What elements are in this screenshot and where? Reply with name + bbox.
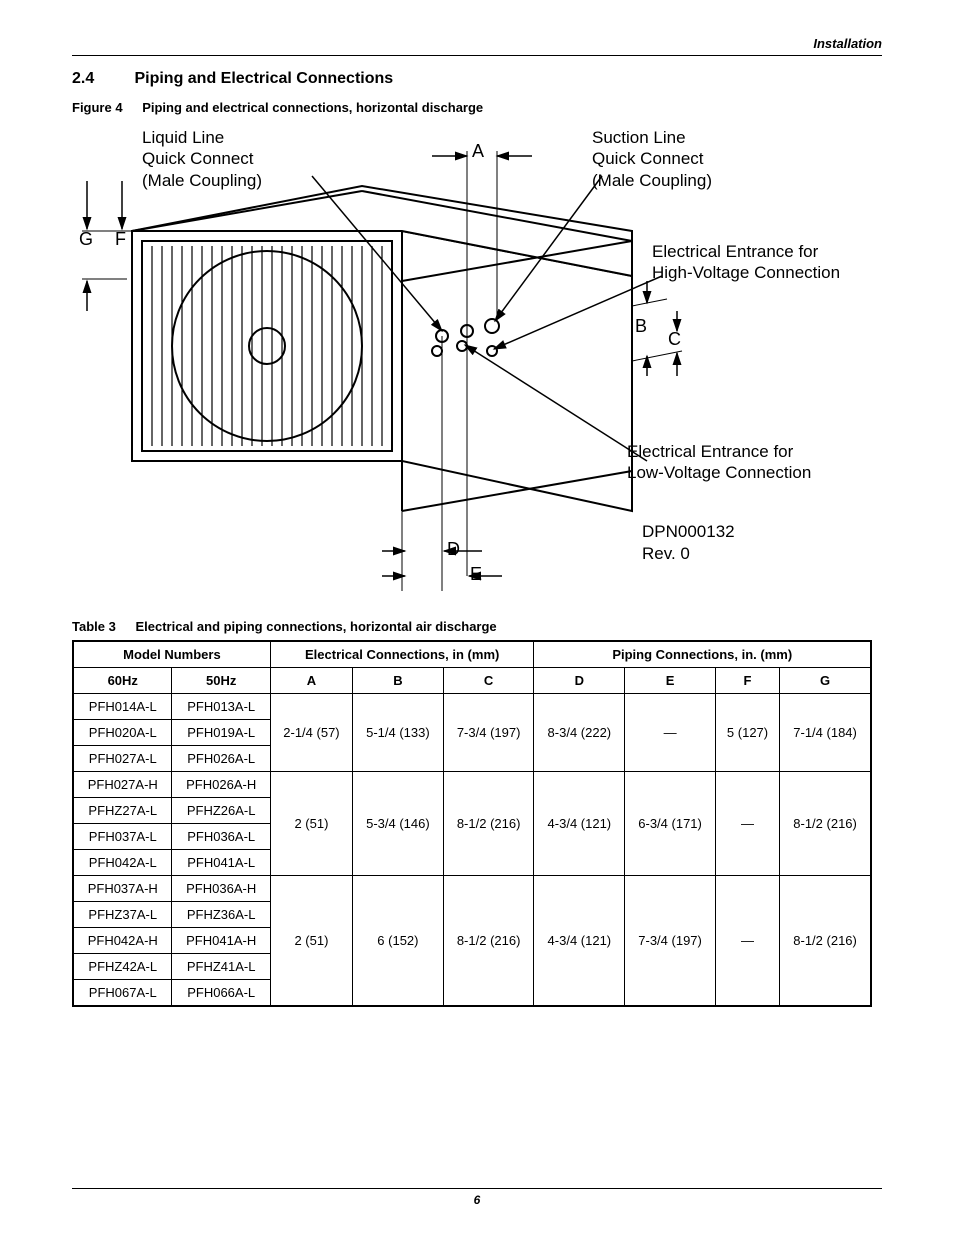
th-model-numbers: Model Numbers <box>73 641 270 668</box>
cell-60hz: PFHZ27A-L <box>73 798 172 824</box>
dim-B: B <box>635 316 647 337</box>
cell-60hz: PFH042A-H <box>73 928 172 954</box>
cell-60hz: PFHZ42A-L <box>73 954 172 980</box>
th-C: C <box>443 668 534 694</box>
cell-G: 8-1/2 (216) <box>780 772 871 876</box>
diagram-svg <box>72 121 882 601</box>
th-G: G <box>780 668 871 694</box>
th-E: E <box>625 668 716 694</box>
cell-E: 6-3/4 (171) <box>625 772 716 876</box>
label-elec-low: Electrical Entrance for Low-Voltage Conn… <box>627 441 811 484</box>
cell-60hz: PFH014A-L <box>73 694 172 720</box>
cell-50hz: PFH041A-L <box>172 850 270 876</box>
th-A: A <box>270 668 352 694</box>
cell-F: 5 (127) <box>715 694 779 772</box>
label-suction-line: Suction Line Quick Connect (Male Couplin… <box>592 127 712 191</box>
th-60hz: 60Hz <box>73 668 172 694</box>
cell-C: 7-3/4 (197) <box>443 694 534 772</box>
cell-D: 8-3/4 (222) <box>534 694 625 772</box>
cell-60hz: PFH037A-H <box>73 876 172 902</box>
footer: 6 <box>72 1188 882 1207</box>
cell-D: 4-3/4 (121) <box>534 772 625 876</box>
figure-title: Piping and electrical connections, horiz… <box>142 100 483 115</box>
cell-60hz: PFH037A-L <box>73 824 172 850</box>
figure-label: Figure 4 <box>72 100 123 115</box>
table-body: PFH014A-LPFH013A-L2-1/4 (57)5-1/4 (133)7… <box>73 694 871 1007</box>
dim-E: E <box>470 564 482 585</box>
dim-F: F <box>115 229 126 250</box>
cell-50hz: PFH013A-L <box>172 694 270 720</box>
cell-C: 8-1/2 (216) <box>443 876 534 1007</box>
figure-diagram: Liquid Line Quick Connect (Male Coupling… <box>72 121 882 601</box>
cell-50hz: PFH019A-L <box>172 720 270 746</box>
th-50hz: 50Hz <box>172 668 270 694</box>
th-D: D <box>534 668 625 694</box>
table-title: Electrical and piping connections, horiz… <box>135 619 496 634</box>
cell-50hz: PFH026A-H <box>172 772 270 798</box>
table-label: Table 3 <box>72 619 116 634</box>
cell-B: 5-3/4 (146) <box>353 772 444 876</box>
cell-50hz: PFH041A-H <box>172 928 270 954</box>
cell-E: — <box>625 694 716 772</box>
cell-A: 2 (51) <box>270 772 352 876</box>
section-heading: 2.4 Piping and Electrical Connections <box>72 70 882 88</box>
table-row: PFH037A-HPFH036A-H2 (51)6 (152)8-1/2 (21… <box>73 876 871 902</box>
cell-60hz: PFH067A-L <box>73 980 172 1007</box>
footer-rule <box>72 1188 882 1189</box>
th-elec-conn: Electrical Connections, in (mm) <box>270 641 534 668</box>
cell-60hz: PFH042A-L <box>73 850 172 876</box>
th-F: F <box>715 668 779 694</box>
page-number: 6 <box>72 1193 882 1207</box>
table-caption: Table 3 Electrical and piping connection… <box>72 619 882 634</box>
cell-A: 2-1/4 (57) <box>270 694 352 772</box>
th-pipe-conn: Piping Connections, in. (mm) <box>534 641 871 668</box>
label-elec-high: Electrical Entrance for High-Voltage Con… <box>652 241 840 284</box>
cell-50hz: PFH036A-H <box>172 876 270 902</box>
cell-50hz: PFHZ26A-L <box>172 798 270 824</box>
cell-B: 5-1/4 (133) <box>353 694 444 772</box>
dim-D: D <box>447 539 460 560</box>
connections-table: Model Numbers Electrical Connections, in… <box>72 640 872 1007</box>
cell-60hz: PFH020A-L <box>73 720 172 746</box>
cell-50hz: PFH066A-L <box>172 980 270 1007</box>
figure-caption: Figure 4 Piping and electrical connectio… <box>72 100 882 115</box>
cell-50hz: PFHZ41A-L <box>172 954 270 980</box>
cell-C: 8-1/2 (216) <box>443 772 534 876</box>
cell-G: 7-1/4 (184) <box>780 694 871 772</box>
cell-50hz: PFH036A-L <box>172 824 270 850</box>
section-title-text: Piping and Electrical Connections <box>134 70 393 87</box>
cell-60hz: PFH027A-L <box>73 746 172 772</box>
header-rule <box>72 55 882 56</box>
cell-60hz: PFH027A-H <box>73 772 172 798</box>
label-liquid-line: Liquid Line Quick Connect (Male Coupling… <box>142 127 262 191</box>
header-section: Installation <box>72 36 882 51</box>
cell-B: 6 (152) <box>353 876 444 1007</box>
cell-F: — <box>715 772 779 876</box>
dim-C: C <box>668 329 681 350</box>
cell-50hz: PFH026A-L <box>172 746 270 772</box>
drawing-rev: Rev. 0 <box>642 543 690 564</box>
dim-G: G <box>79 229 93 250</box>
th-B: B <box>353 668 444 694</box>
cell-50hz: PFHZ36A-L <box>172 902 270 928</box>
cell-D: 4-3/4 (121) <box>534 876 625 1007</box>
table-row: PFH014A-LPFH013A-L2-1/4 (57)5-1/4 (133)7… <box>73 694 871 720</box>
table-row: PFH027A-HPFH026A-H2 (51)5-3/4 (146)8-1/2… <box>73 772 871 798</box>
cell-F: — <box>715 876 779 1007</box>
drawing-number: DPN000132 <box>642 521 735 542</box>
cell-E: 7-3/4 (197) <box>625 876 716 1007</box>
cell-60hz: PFHZ37A-L <box>73 902 172 928</box>
section-number: 2.4 <box>72 70 130 88</box>
dim-A: A <box>472 141 484 162</box>
cell-A: 2 (51) <box>270 876 352 1007</box>
cell-G: 8-1/2 (216) <box>780 876 871 1007</box>
